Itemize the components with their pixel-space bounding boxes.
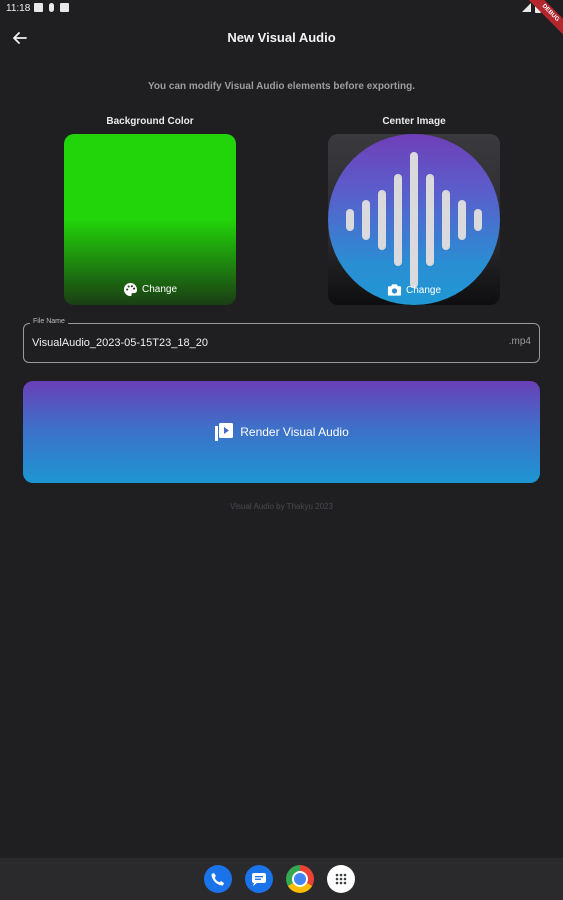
center-image-label: Center Image (382, 116, 446, 127)
background-change-label: Change (141, 284, 178, 295)
file-name-label: File Name (30, 318, 68, 325)
background-change-button[interactable]: Change (64, 282, 236, 297)
render-button-label: Render Visual Audio (240, 425, 349, 439)
page-title: New Visual Audio (227, 30, 336, 45)
chrome-icon[interactable] (286, 865, 314, 893)
phone-glyph (211, 873, 224, 886)
camera-icon (387, 284, 402, 296)
palette-icon (123, 282, 138, 297)
navigation-bar (0, 858, 563, 900)
file-extension-suffix: .mp4 (508, 336, 531, 347)
app-grid-glyph (335, 873, 347, 885)
storage-icon (60, 3, 69, 12)
notification-icons (34, 3, 69, 12)
app-dock (204, 865, 355, 893)
audio-waveform-icon (346, 152, 482, 288)
render-visual-audio-button[interactable]: Render Visual Audio (23, 381, 540, 483)
app-bar: New Visual Audio (0, 24, 563, 52)
phone-icon[interactable] (204, 865, 232, 893)
background-color-tile[interactable]: Change (64, 134, 236, 305)
chrome-center (292, 871, 308, 887)
status-bar: 11:18 (0, 0, 563, 18)
video-library-icon (215, 423, 234, 441)
center-image-change-button[interactable]: Change (328, 283, 500, 297)
footer-credit: Visual Audio by Thakyu 2023 (230, 502, 333, 511)
notification-icon (34, 3, 43, 12)
file-name-field[interactable]: File Name .mp4 (23, 318, 540, 363)
center-image-change-label: Change (405, 284, 442, 296)
center-image-tile[interactable]: Change (328, 134, 500, 305)
file-name-input[interactable] (32, 334, 472, 352)
status-time: 11:18 (6, 3, 31, 14)
background-color-label: Background Color (106, 116, 194, 127)
app-drawer-icon[interactable] (327, 865, 355, 893)
messages-icon[interactable] (245, 865, 273, 893)
signal-icon (522, 3, 531, 12)
mic-icon (49, 3, 54, 12)
messages-glyph (252, 873, 266, 886)
instructions-text: You can modify Visual Audio elements bef… (147, 81, 416, 92)
